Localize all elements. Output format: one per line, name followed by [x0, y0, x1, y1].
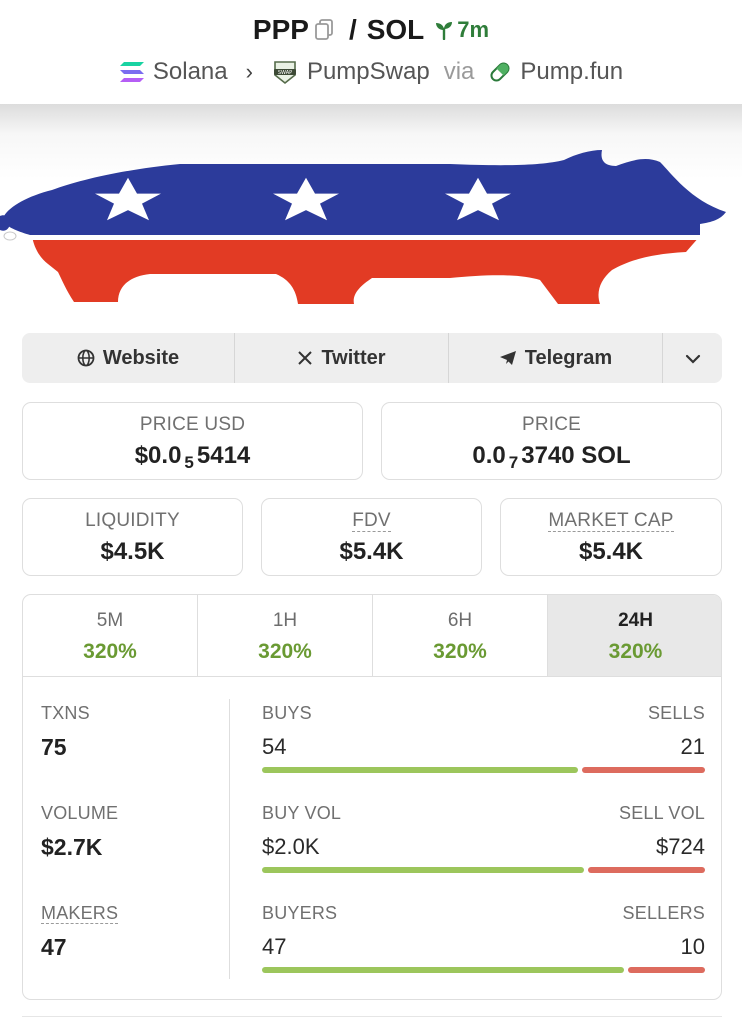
telegram-icon	[499, 350, 517, 366]
tab-label: 24H	[618, 610, 653, 631]
tab-label: 5M	[96, 610, 124, 631]
tab-5m[interactable]: 5M 320%	[23, 595, 198, 676]
pair-header: PPP / SOL 7m Solana › SWAP PumpSwap via …	[0, 0, 742, 104]
sells-bar	[582, 767, 705, 773]
base-symbol: PPP	[252, 14, 309, 45]
buy-vol-bar	[262, 867, 584, 873]
volume-split-stat: BUY VOL SELL VOL $2.0K $724	[262, 803, 705, 873]
buys-bar	[262, 767, 578, 773]
pair-title: PPP / SOL 7m	[0, 14, 742, 46]
sellers-bar	[628, 967, 705, 973]
pair-age-value: 7m	[457, 17, 490, 42]
market-cap-value: $5.4K	[578, 538, 644, 565]
tab-label: 6H	[447, 610, 473, 631]
website-label: Website	[102, 346, 180, 369]
makers-value: 47	[41, 934, 67, 960]
market-cap-label: MARKET CAP	[548, 510, 674, 532]
page-bottom-divider	[22, 1016, 722, 1017]
website-link[interactable]: Website	[22, 333, 235, 383]
globe-icon	[77, 349, 95, 367]
makers-label: MAKERS	[41, 903, 119, 924]
tab-change: 320%	[608, 640, 663, 663]
price-usd-label: PRICE USD	[139, 414, 246, 435]
buyers-value: 47	[262, 934, 287, 959]
tab-1h[interactable]: 1H 320%	[198, 595, 373, 676]
buyers-sellers-bar	[262, 967, 705, 973]
sell-vol-value: $724	[656, 834, 705, 859]
sellers-label: SELLERS	[622, 903, 705, 923]
breadcrumb-via: via	[443, 58, 475, 85]
breadcrumb-dex[interactable]: PumpSwap	[307, 58, 430, 86]
price-usd-card: PRICE USD $0.0 5 5414	[22, 402, 363, 480]
buyers-label: BUYERS	[262, 903, 338, 923]
tab-24h[interactable]: 24H 320%	[548, 595, 721, 676]
social-links-bar: Website Twitter Telegram	[22, 333, 722, 383]
timeframe-tabs: 5M 320% 1H 320% 6H 320% 24H 320%	[23, 595, 721, 677]
volume-stat: VOLUME $2.7K	[41, 803, 118, 861]
telegram-label: Telegram	[524, 346, 613, 369]
stats-divider	[229, 699, 230, 979]
volume-value: $2.7K	[41, 834, 103, 860]
volume-split-bar	[262, 867, 705, 873]
x-logo-icon	[297, 350, 313, 366]
buyers-bar	[262, 967, 624, 973]
liquidity-label: LIQUIDITY	[85, 510, 180, 531]
buys-label: BUYS	[262, 703, 312, 723]
telegram-link[interactable]: Telegram	[449, 333, 663, 383]
tab-change: 320%	[83, 640, 137, 663]
tab-change: 320%	[433, 640, 487, 663]
twitter-link[interactable]: Twitter	[235, 333, 449, 383]
txns-label: TXNS	[41, 703, 90, 723]
market-cap-card[interactable]: MARKET CAP $5.4K	[500, 498, 722, 576]
breadcrumb-launchpad[interactable]: Pump.fun	[520, 58, 623, 86]
tab-6h[interactable]: 6H 320%	[373, 595, 548, 676]
pumpswap-icon: SWAP	[271, 59, 299, 85]
price-native-value: 0.0 7 3740 SOL	[472, 442, 631, 472]
chevron-down-icon	[685, 347, 701, 370]
buy-vol-value: $2.0K	[262, 834, 320, 859]
pair-separator: /	[348, 14, 357, 45]
price-usd-value: $0.0 5 5414	[134, 442, 251, 472]
buyers-sellers-stat: BUYERS SELLERS 47 10	[262, 903, 705, 973]
breadcrumb-chain[interactable]: Solana	[153, 58, 228, 86]
volume-label: VOLUME	[41, 803, 119, 823]
liquidity-value: $4.5K	[100, 538, 165, 565]
pair-age: 7m	[434, 17, 489, 43]
price-native-card: PRICE 0.0 7 3740 SOL	[381, 402, 722, 480]
buy-vol-label: BUY VOL	[262, 803, 342, 823]
price-native-label: PRICE	[521, 414, 582, 435]
buys-sells-stat: BUYS SELLS 54 21	[262, 703, 705, 773]
more-links-button[interactable]	[663, 333, 722, 383]
chevron-right-icon: ›	[245, 59, 253, 84]
quote-symbol: SOL	[366, 14, 425, 45]
liquidity-card: LIQUIDITY $4.5K	[22, 498, 243, 576]
sell-vol-bar	[588, 867, 705, 873]
fdv-value: $5.4K	[339, 538, 404, 565]
buys-sells-bar	[262, 767, 705, 773]
pig-banner-image	[0, 150, 726, 304]
txns-stat: TXNS 75	[41, 703, 90, 761]
txns-value: 75	[41, 734, 67, 760]
sell-vol-label: SELL VOL	[619, 803, 705, 823]
sells-value: 21	[680, 734, 705, 759]
tab-change: 320%	[258, 640, 312, 663]
sellers-value: 10	[680, 934, 705, 959]
fdv-card[interactable]: FDV $5.4K	[261, 498, 482, 576]
tab-label: 1H	[272, 610, 298, 631]
token-banner	[0, 104, 742, 354]
sells-label: SELLS	[647, 703, 705, 723]
stats-panel: 5M 320% 1H 320% 6H 320% 24H 320% TXNS 75…	[22, 594, 722, 1000]
fdv-label: FDV	[352, 510, 391, 532]
breadcrumb: Solana › SWAP PumpSwap via Pump.fun	[0, 58, 742, 86]
buys-value: 54	[262, 734, 287, 759]
pill-icon	[488, 60, 512, 84]
seedling-icon	[436, 22, 453, 40]
makers-stat[interactable]: MAKERS 47	[41, 903, 119, 961]
twitter-label: Twitter	[321, 346, 386, 369]
svg-text:SWAP: SWAP	[278, 70, 292, 76]
copy-icon[interactable]	[315, 19, 333, 41]
solana-icon	[119, 61, 145, 83]
